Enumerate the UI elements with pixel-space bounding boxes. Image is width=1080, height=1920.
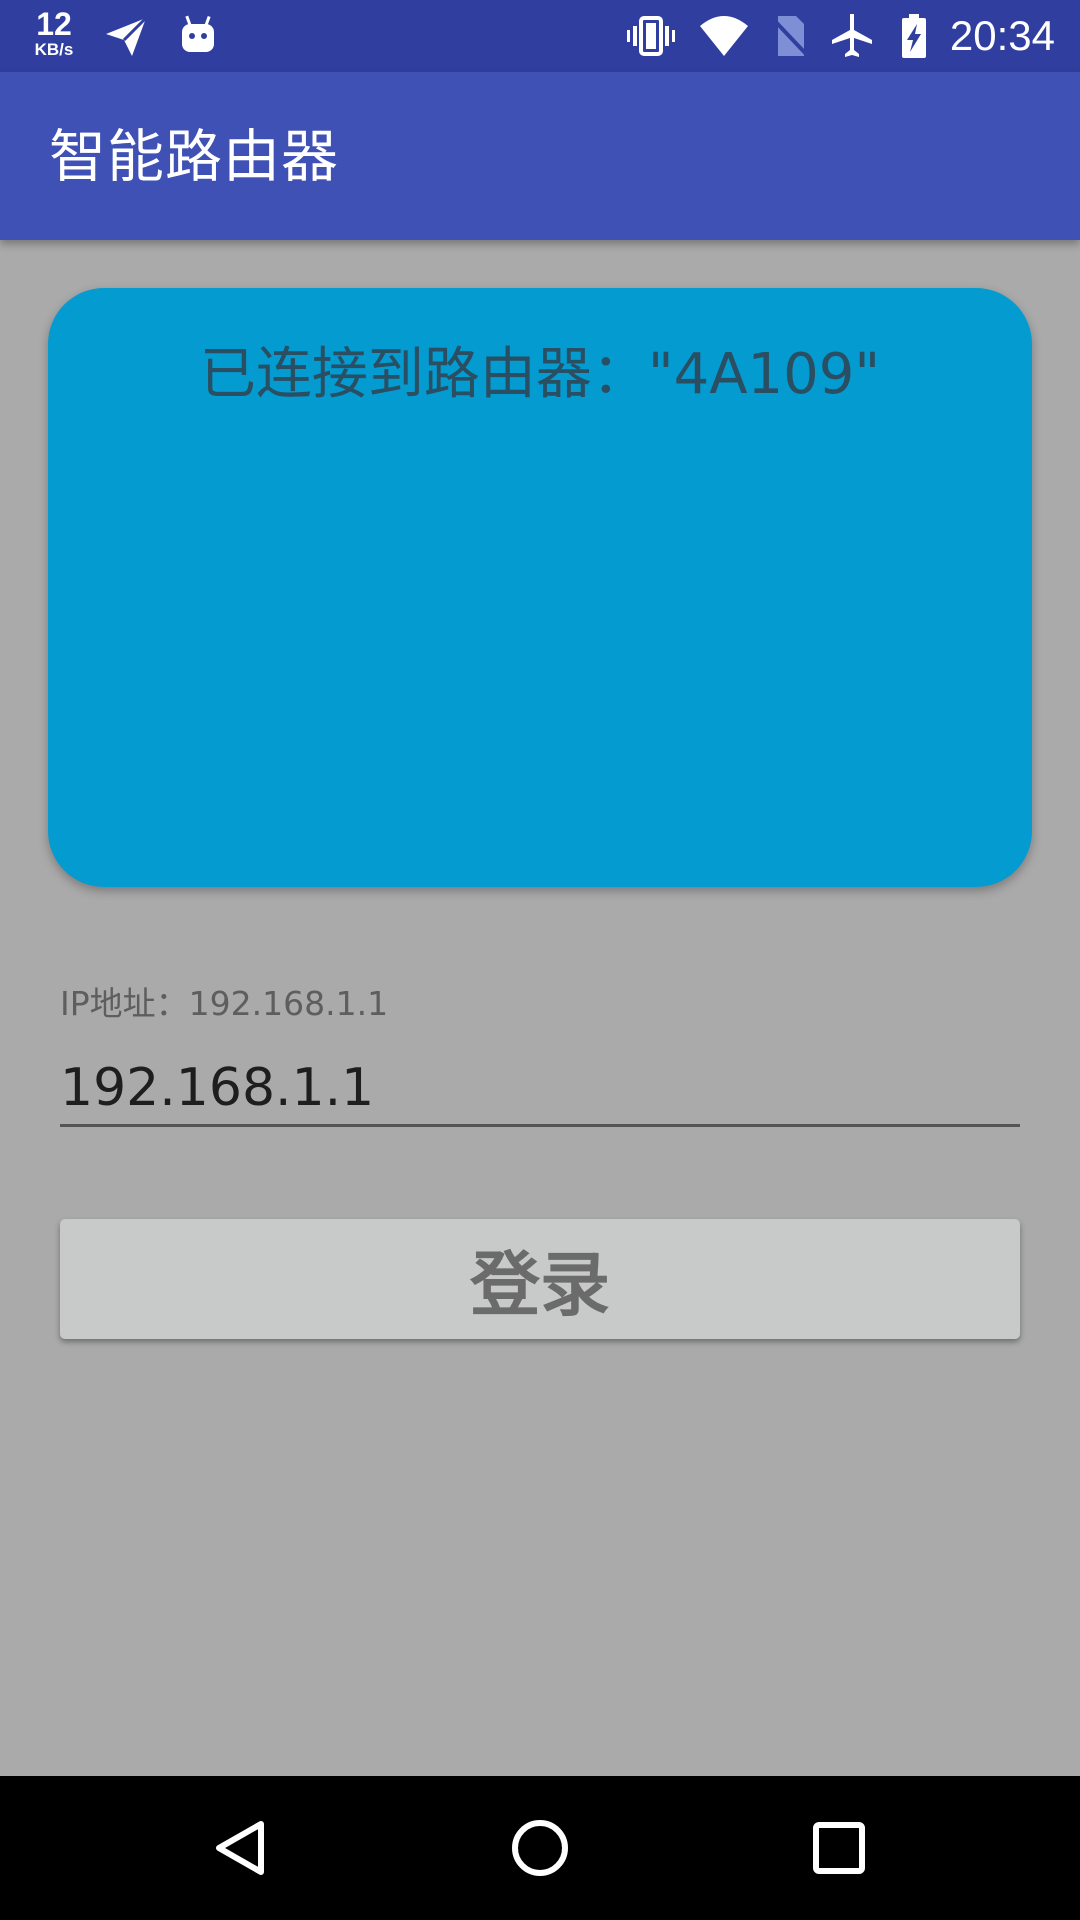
network-speed-indicator: 12 KB/s: [26, 8, 82, 58]
network-speed-unit: KB/s: [34, 40, 74, 59]
navigation-bar: [0, 1776, 1080, 1920]
app-title: 智能路由器: [49, 124, 339, 190]
airplane-mode-icon: [828, 12, 876, 60]
status-time: 20:34: [949, 12, 1055, 59]
recents-icon[interactable]: [803, 1812, 875, 1884]
battery-charging-icon: [890, 12, 938, 60]
no-sim-icon: [766, 12, 814, 60]
ip-address-label: IP地址：192.168.1.1: [60, 984, 389, 1023]
app-bar: 智能路由器: [0, 72, 1080, 240]
home-icon[interactable]: [504, 1812, 576, 1884]
network-speed-value: 12: [36, 6, 72, 42]
ip-address-input[interactable]: [60, 1052, 1020, 1127]
status-bar: 12 KB/s 20:34: [0, 0, 1080, 72]
vibrate-icon: [627, 12, 675, 60]
login-button[interactable]: 登录: [60, 1219, 1020, 1339]
android-icon: [174, 12, 222, 60]
paper-plane-icon: [102, 12, 150, 60]
connection-status-card: 已连接到路由器："4A109": [48, 288, 1032, 887]
connection-status-text: 已连接到路由器："4A109": [199, 342, 881, 407]
wifi-icon: [700, 12, 748, 60]
back-icon[interactable]: [205, 1812, 277, 1884]
